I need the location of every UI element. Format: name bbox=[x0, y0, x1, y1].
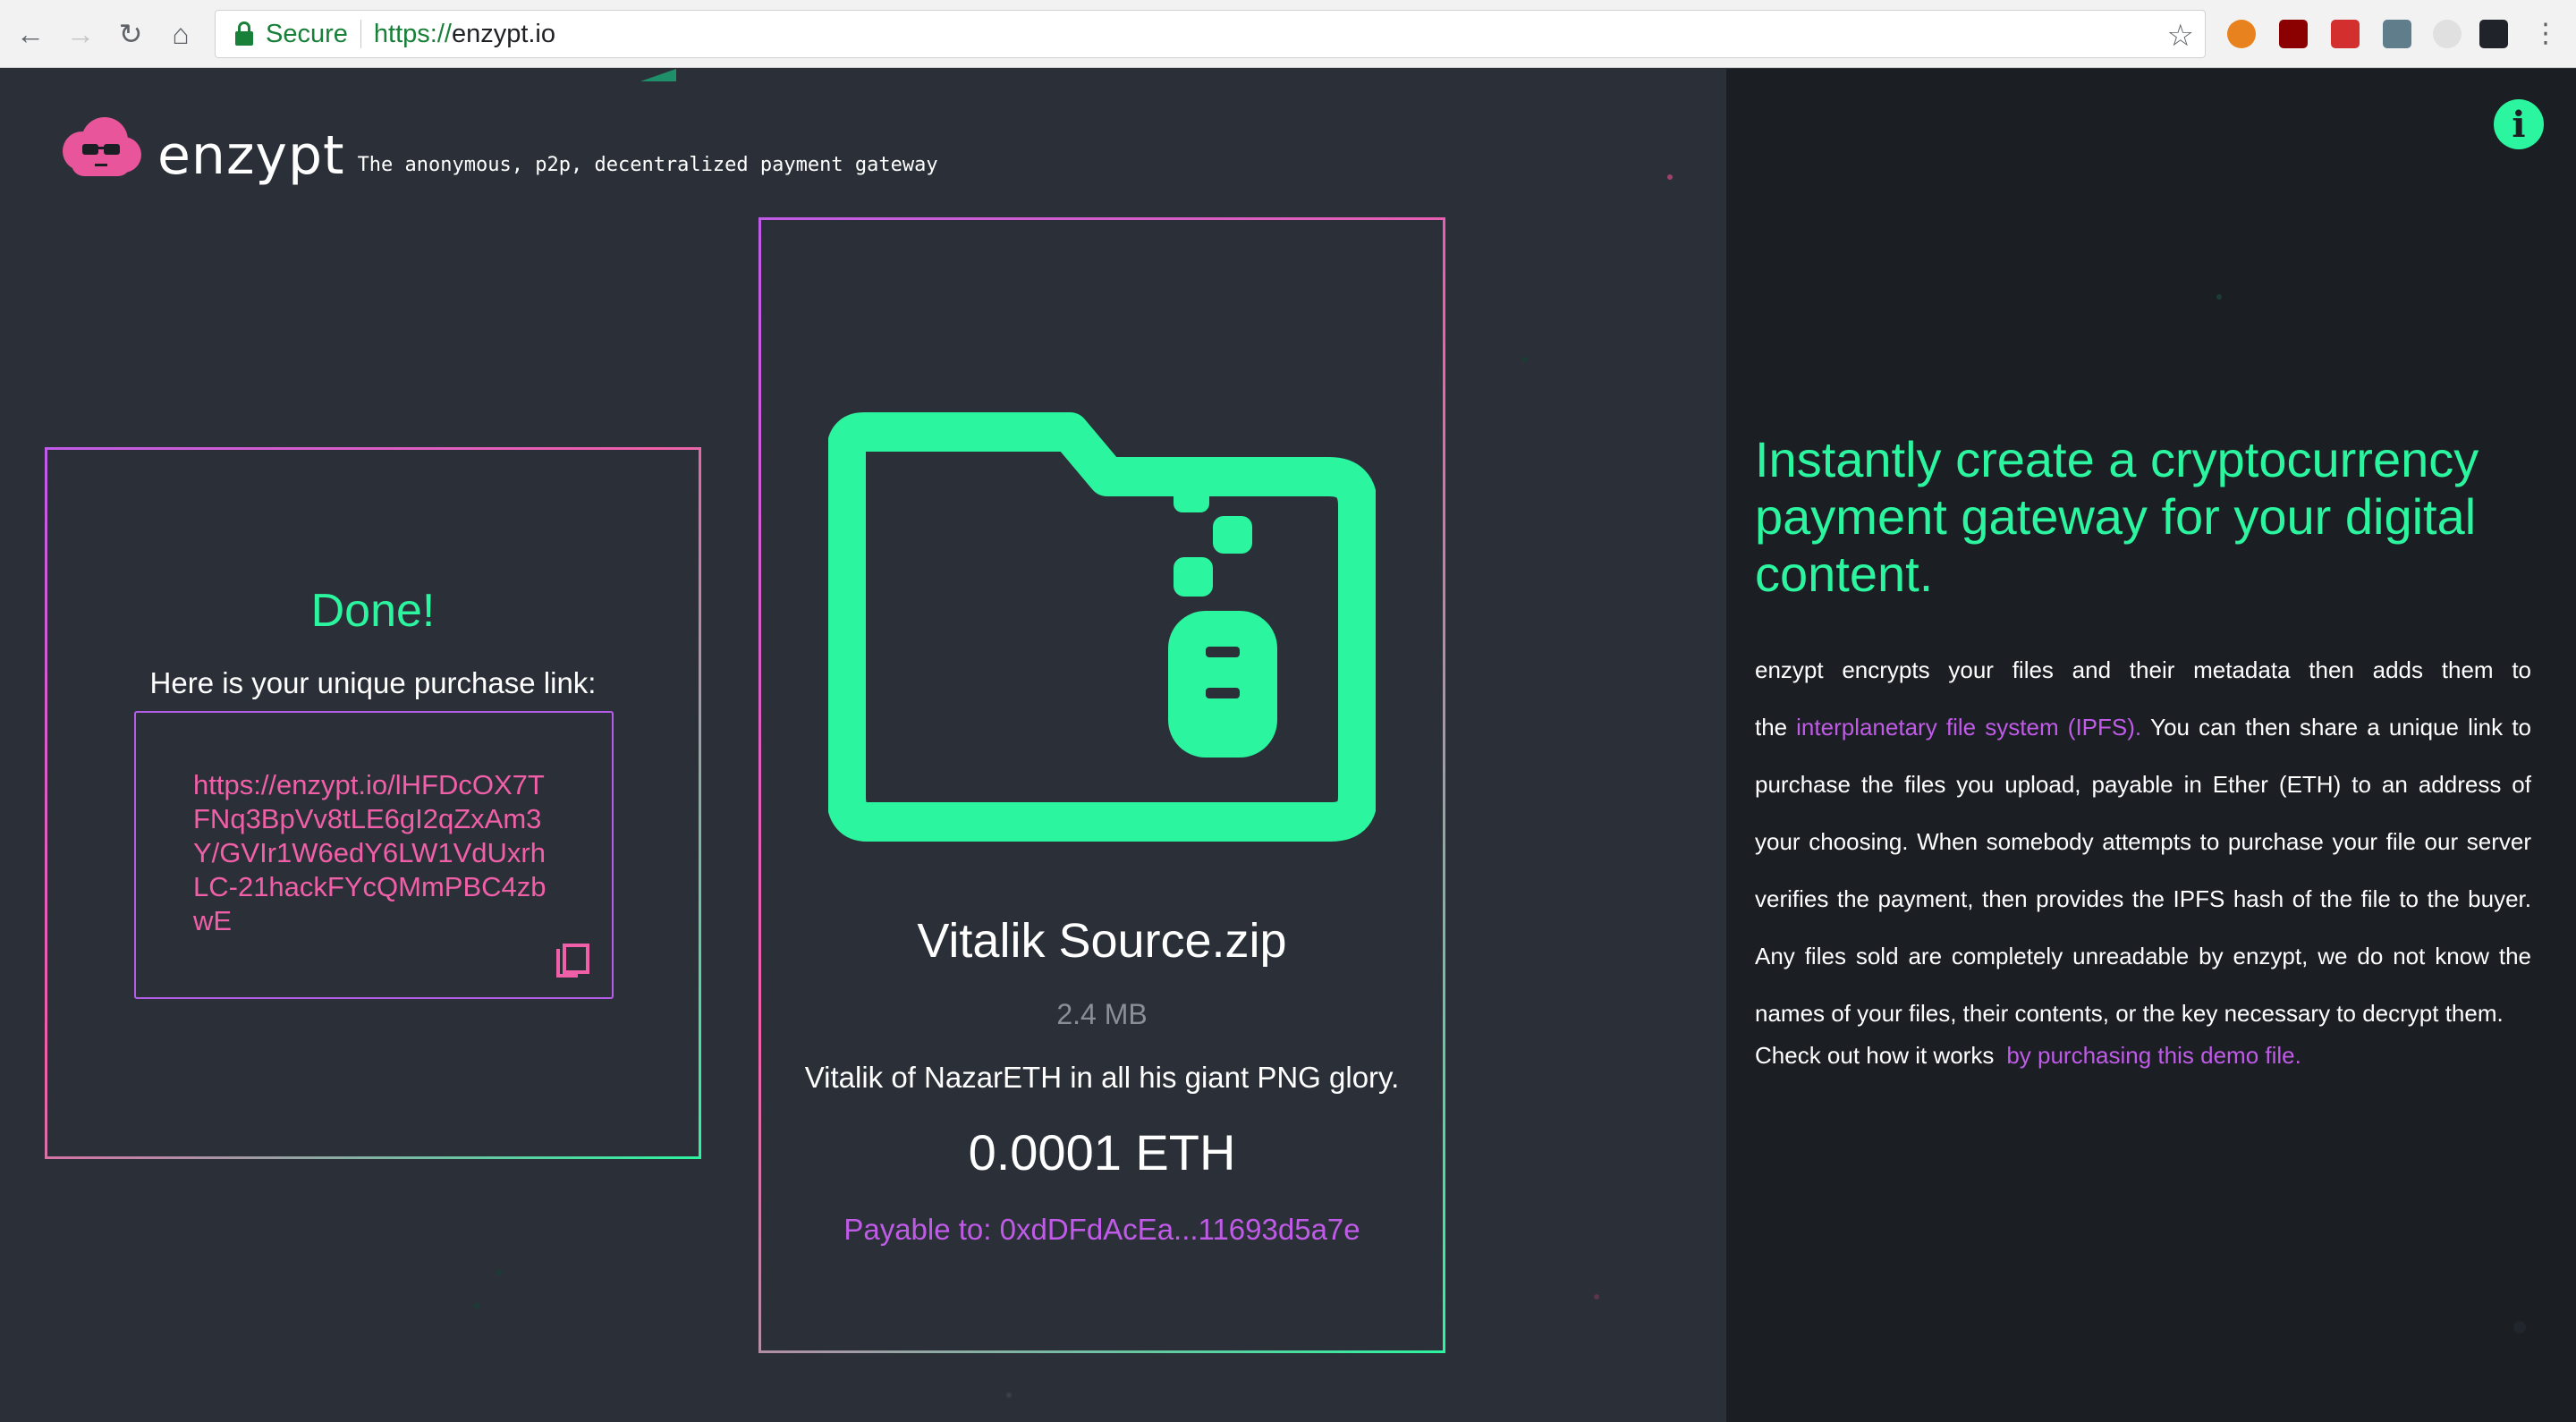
decorative-speck bbox=[1522, 357, 1528, 362]
secure-label: Secure bbox=[266, 19, 348, 48]
info-panel: i Instantly create a cryptocurrency paym… bbox=[1726, 69, 2576, 1422]
omnibox-divider bbox=[360, 20, 361, 48]
decorative-speck bbox=[474, 1303, 479, 1308]
purchase-link-box[interactable]: https://enzypt.io/lHFDcOX7TFNq3BpVv8tLE6… bbox=[134, 711, 614, 999]
decorative-triangle bbox=[640, 69, 676, 81]
decorative-speck bbox=[1667, 174, 1673, 180]
file-size: 2.4 MB bbox=[1056, 998, 1148, 1030]
address-bar[interactable]: Secure https:// enzypt.io ☆ bbox=[215, 10, 2206, 58]
file-description: Vitalik of NazarETH in all his giant PNG… bbox=[804, 1061, 1400, 1094]
payable-address: Payable to: 0xdDFdAcEa...11693d5a7e bbox=[843, 1213, 1360, 1246]
main-area: enzypt The anonymous, p2p, decentralized… bbox=[0, 69, 1726, 1422]
copy-icon[interactable] bbox=[553, 942, 592, 981]
ublock-extension-icon[interactable] bbox=[2279, 20, 2308, 48]
star-icon[interactable]: ☆ bbox=[2167, 18, 2194, 54]
ipfs-link[interactable]: interplanetary file system (IPFS). bbox=[1796, 714, 2141, 741]
brand-name: enzypt bbox=[157, 124, 345, 187]
info-icon[interactable]: i bbox=[2494, 99, 2544, 149]
decorative-speck bbox=[1006, 1392, 1012, 1398]
menu-icon[interactable]: ⋮ bbox=[2529, 18, 2562, 50]
decorative-speck bbox=[1594, 1294, 1599, 1299]
info-headline: Instantly create a cryptocurrency paymen… bbox=[1755, 431, 2479, 602]
browser-toolbar: ← → ↻ ⌂ Secure https:// enzypt.io ☆ ⋮ bbox=[0, 0, 2576, 68]
tools-extension-icon[interactable] bbox=[2383, 20, 2411, 48]
reload-icon[interactable]: ↻ bbox=[114, 18, 147, 50]
tagline: The anonymous, p2p, decentralized paymen… bbox=[357, 154, 938, 176]
done-title: Done! bbox=[310, 585, 436, 637]
decorative-speck bbox=[2216, 294, 2222, 300]
site-logo[interactable]: enzypt The anonymous, p2p, decentralized… bbox=[55, 114, 938, 185]
file-card: Vitalik Source.zip 2.4 MB Vitalik of Naz… bbox=[758, 217, 1445, 1353]
info-description: enzypt encrypts your files and their met… bbox=[1755, 641, 2531, 1042]
folder-zip-icon bbox=[828, 412, 1376, 842]
purchase-link[interactable]: https://enzypt.io/lHFDcOX7TFNq3BpVv8tLE6… bbox=[193, 768, 551, 938]
info-body-part2: You can then share a unique link to purc… bbox=[1755, 714, 2531, 1027]
metamask-extension-icon[interactable] bbox=[2227, 20, 2256, 48]
file-name: Vitalik Source.zip bbox=[917, 914, 1287, 968]
lock-icon bbox=[232, 21, 257, 47]
file-price: 0.0001 ETH bbox=[968, 1124, 1236, 1181]
forward-icon[interactable]: → bbox=[64, 18, 97, 50]
url-host: enzypt.io bbox=[451, 19, 556, 48]
done-panel: Done! Here is your unique purchase link:… bbox=[45, 447, 701, 1159]
lastpass-extension-icon[interactable] bbox=[2331, 20, 2360, 48]
react-devtools-icon[interactable] bbox=[2479, 20, 2508, 48]
home-icon[interactable]: ⌂ bbox=[165, 18, 197, 50]
decorative-speck bbox=[2513, 1321, 2526, 1333]
url-scheme: https:// bbox=[373, 19, 452, 48]
done-subtitle: Here is your unique purchase link: bbox=[149, 666, 597, 699]
logo-cloud-icon bbox=[63, 117, 141, 176]
back-icon[interactable]: ← bbox=[14, 18, 47, 50]
howto-text: Check out how it works bbox=[1755, 1042, 1995, 1069]
decorative-speck bbox=[496, 1270, 502, 1275]
grey-extension-icon[interactable] bbox=[2433, 20, 2462, 48]
howto-line: Check out how it works by purchasing this… bbox=[1755, 1042, 2301, 1070]
demo-file-link[interactable]: by purchasing this demo file. bbox=[2006, 1042, 2301, 1069]
